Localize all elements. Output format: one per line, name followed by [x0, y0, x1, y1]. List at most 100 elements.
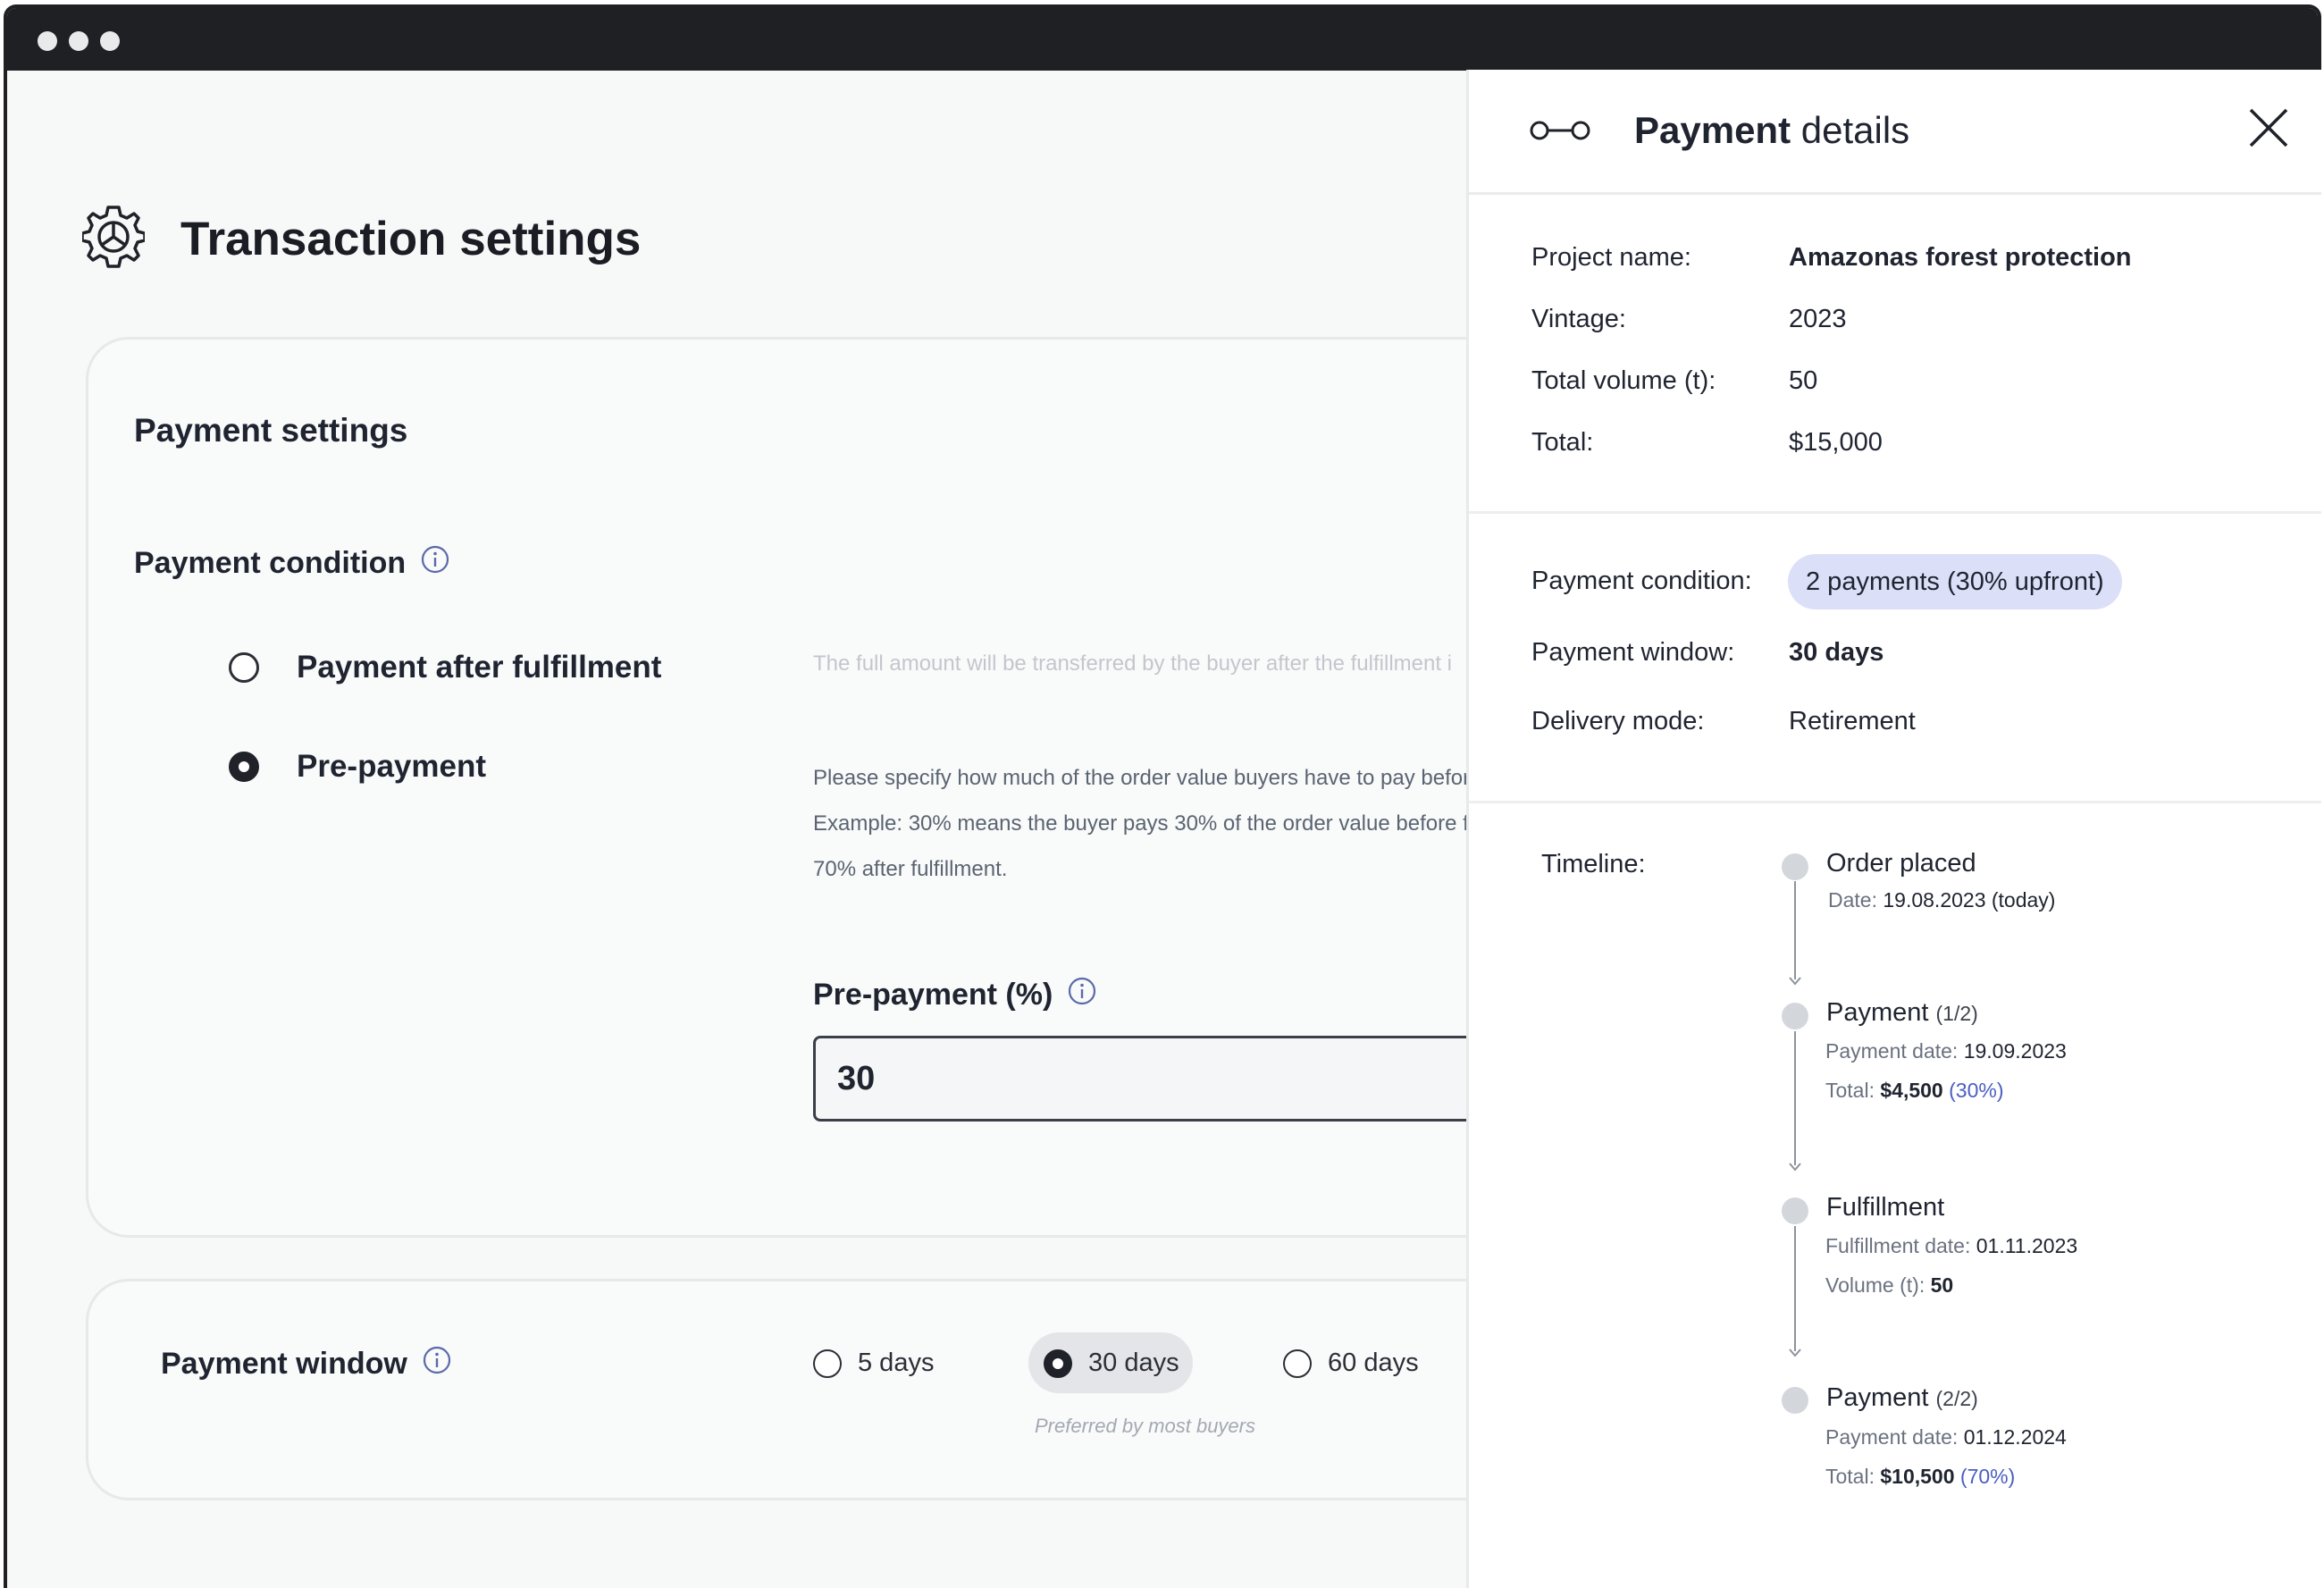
- timeline-step-meta: Volume (t): 50: [1825, 1273, 1953, 1298]
- window-control-dot[interactable]: [38, 31, 57, 51]
- panel-title-bold: Payment: [1634, 109, 1791, 151]
- meta-key: Payment date:: [1825, 1425, 1964, 1449]
- timeline-step-meta: Total: $4,500 (30%): [1825, 1079, 2003, 1103]
- option-label: 5 days: [858, 1349, 935, 1377]
- detail-value-payment-window: 30 days: [1789, 638, 1884, 667]
- step-title-text: Payment: [1826, 998, 1936, 1027]
- radio-pre-payment[interactable]: Pre-payment: [229, 749, 486, 785]
- meta-value: 19.08.2023 (today): [1883, 888, 2056, 912]
- payment-window-option-60-days[interactable]: 60 days: [1283, 1349, 1419, 1378]
- meta-value: $4,500: [1880, 1079, 1943, 1102]
- payment-condition-label: Payment condition: [134, 544, 450, 583]
- meta-value: 50: [1930, 1273, 1954, 1297]
- panel-title-rest: details: [1791, 109, 1910, 151]
- meta-key: Date:: [1828, 888, 1884, 912]
- timeline-step-meta: Payment date: 19.09.2023: [1825, 1039, 2067, 1063]
- radio-circle[interactable]: [1283, 1349, 1312, 1378]
- settings-gear-icon: [80, 204, 147, 274]
- timeline-step-meta: Fulfillment date: 01.11.2023: [1825, 1234, 2077, 1258]
- timeline-step-title: Payment (2/2): [1826, 1383, 1978, 1413]
- close-icon[interactable]: [2248, 107, 2289, 153]
- pre-payment-percent-text: Pre-payment (%): [813, 978, 1053, 1012]
- radio-circle[interactable]: [813, 1349, 842, 1378]
- step-title-sub: (1/2): [1935, 1002, 1978, 1025]
- divider: [1469, 511, 2321, 514]
- payment-window-label: Payment window: [161, 1345, 452, 1383]
- detail-key: Vintage:: [1531, 305, 1626, 333]
- meta-value: 01.12.2024: [1963, 1425, 2067, 1449]
- payment-window-hint: Preferred by most buyers: [1035, 1415, 1255, 1437]
- timeline-label: Timeline:: [1541, 850, 1646, 878]
- divider: [1469, 801, 2321, 803]
- page-header: Transaction settings: [80, 203, 642, 274]
- meta-percent: (30%): [1942, 1079, 2004, 1102]
- radio-circle-selected[interactable]: [229, 752, 259, 782]
- window-control-dot[interactable]: [100, 31, 120, 51]
- panel-title: Payment details: [1634, 109, 1909, 152]
- radio-label: Payment after fulfillment: [297, 650, 662, 685]
- meta-key: Total:: [1825, 1079, 1881, 1102]
- payment-condition-badge: 2 payments (30% upfront): [1788, 554, 2122, 609]
- pre-payment-percent-label: Pre-payment (%): [813, 976, 1097, 1014]
- timeline-connector: [1794, 1226, 1796, 1351]
- timeline-step-meta: Total: $10,500 (70%): [1825, 1465, 2015, 1489]
- meta-key: Fulfillment date:: [1825, 1234, 1976, 1257]
- timeline-dot: [1782, 853, 1808, 880]
- radio-circle[interactable]: [229, 652, 259, 683]
- meta-percent: (70%): [1954, 1465, 2016, 1488]
- detail-key: Payment condition:: [1531, 567, 1752, 595]
- meta-key: Total:: [1825, 1465, 1881, 1488]
- step-title-text: Payment: [1826, 1383, 1936, 1412]
- info-icon[interactable]: [420, 544, 450, 583]
- detail-value-total: $15,000: [1789, 428, 1883, 457]
- panel-header: Payment details: [1469, 70, 2321, 195]
- window-control-dot[interactable]: [69, 31, 88, 51]
- timeline-dot: [1782, 1387, 1808, 1414]
- payment-flow-icon: [1529, 117, 1591, 148]
- option-label: 30 days: [1088, 1349, 1179, 1377]
- page-title: Transaction settings: [180, 212, 642, 265]
- timeline-step-title: Payment (1/2): [1826, 998, 1978, 1028]
- pre-payment-help-line: Example: 30% means the buyer pays 30% of…: [813, 811, 1481, 836]
- meta-value: 01.11.2023: [1976, 1234, 2078, 1257]
- step-title-sub: (2/2): [1935, 1387, 1978, 1410]
- payment-window-option-30-days[interactable]: 30 days: [1044, 1349, 1179, 1378]
- info-icon[interactable]: [422, 1345, 452, 1383]
- radio-payment-after-fulfillment[interactable]: Payment after fulfillment: [229, 650, 661, 685]
- detail-key: Project name:: [1531, 243, 1691, 272]
- pre-payment-help-line: 70% after fulfillment.: [813, 857, 1008, 881]
- detail-key: Total volume (t):: [1531, 366, 1716, 395]
- timeline-connector: [1794, 1031, 1796, 1165]
- pre-payment-help-line: Please specify how much of the order val…: [813, 766, 1471, 790]
- detail-key: Total:: [1531, 428, 1594, 457]
- detail-value-delivery-mode: Retirement: [1789, 707, 1916, 735]
- meta-key: Volume (t):: [1825, 1273, 1931, 1297]
- after-fulfillment-help: The full amount will be transferred by t…: [813, 651, 1453, 676]
- timeline-dot: [1782, 1197, 1808, 1224]
- detail-value-volume: 50: [1789, 366, 1818, 395]
- payment-window-text: Payment window: [161, 1347, 407, 1381]
- timeline-dot: [1782, 1003, 1808, 1029]
- detail-value-project-name: Amazonas forest protection: [1789, 243, 2132, 272]
- arrow-down-icon: [1789, 1163, 1801, 1172]
- detail-key: Delivery mode:: [1531, 707, 1705, 735]
- info-icon[interactable]: [1067, 976, 1097, 1014]
- timeline-step-meta: Date: 19.08.2023 (today): [1828, 888, 2055, 912]
- payment-window-card: [86, 1279, 1605, 1500]
- meta-value: 19.09.2023: [1963, 1039, 2067, 1063]
- window-titlebar: [7, 8, 2318, 71]
- timeline-step-title: Fulfillment: [1826, 1193, 1945, 1222]
- timeline-step-meta: Payment date: 01.12.2024: [1825, 1425, 2067, 1449]
- detail-value-vintage: 2023: [1789, 305, 1847, 333]
- detail-key: Payment window:: [1531, 638, 1735, 667]
- timeline-connector: [1794, 881, 1796, 979]
- payment-settings-title: Payment settings: [134, 412, 408, 449]
- option-label: 60 days: [1328, 1349, 1419, 1377]
- payment-condition-text: Payment condition: [134, 546, 407, 580]
- payment-window-option-5-days[interactable]: 5 days: [813, 1349, 934, 1378]
- radio-label: Pre-payment: [297, 749, 487, 784]
- radio-circle-selected[interactable]: [1044, 1349, 1072, 1378]
- meta-value: $10,500: [1880, 1465, 1955, 1488]
- arrow-down-icon: [1789, 1349, 1801, 1357]
- meta-key: Payment date:: [1825, 1039, 1964, 1063]
